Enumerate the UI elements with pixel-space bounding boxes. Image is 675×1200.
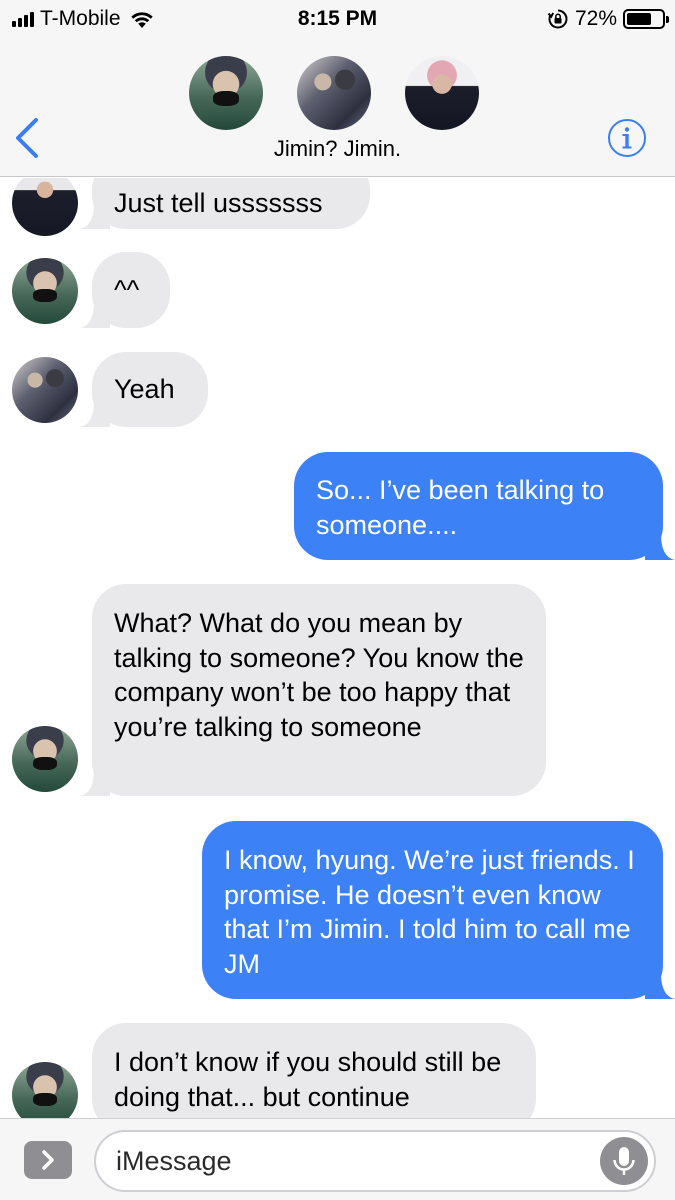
dictation-button[interactable] xyxy=(600,1137,648,1185)
status-bar-right: 72% xyxy=(547,6,669,32)
avatar-pink-hair[interactable] xyxy=(405,56,479,130)
info-icon[interactable] xyxy=(607,118,647,158)
microphone-icon xyxy=(613,1147,635,1175)
message-text: I don’t know if you should still be doin… xyxy=(114,1047,502,1112)
avatar-masked[interactable] xyxy=(189,56,263,130)
battery-percent: 72% xyxy=(574,7,617,30)
avatar-duo[interactable] xyxy=(297,56,371,130)
chevron-right-icon xyxy=(42,1150,54,1170)
conversation-header: Jimin? Jimin. xyxy=(0,40,675,177)
message-bubble-incoming[interactable]: Just tell usssssss xyxy=(80,178,370,229)
apps-button[interactable] xyxy=(24,1141,72,1179)
battery-icon xyxy=(623,9,669,29)
message-bubble-incoming[interactable]: What? What do you mean by talking to som… xyxy=(80,584,546,796)
message-bubble-incoming[interactable]: ^^ xyxy=(80,252,170,328)
message-bubble-incoming[interactable]: I don’t know if you should still be doin… xyxy=(92,1023,536,1118)
battery-level-fill xyxy=(627,13,651,25)
status-bar: T-Mobile 8:15 PM 72% xyxy=(0,0,675,40)
message-thread[interactable]: Just tell usssssss ^^ Yeah So... I’ve be… xyxy=(0,178,675,1118)
message-bubble-outgoing[interactable]: So... I’ve been talking to someone.... xyxy=(294,452,675,560)
participant-avatars[interactable] xyxy=(0,56,675,130)
message-text: I know, hyung. We’re just friends. I pro… xyxy=(224,845,635,979)
message-text: So... I’ve been talking to someone.... xyxy=(316,475,605,540)
message-input-placeholder: iMessage xyxy=(116,1146,232,1176)
message-input[interactable]: iMessage xyxy=(94,1130,656,1192)
group-name[interactable]: Jimin? Jimin. xyxy=(0,136,675,162)
avatar-masked[interactable] xyxy=(12,726,78,792)
avatar-masked[interactable] xyxy=(12,1062,78,1118)
message-text: What? What do you mean by talking to som… xyxy=(114,608,524,742)
message-text: Yeah xyxy=(114,374,175,404)
message-bubble-incoming[interactable]: Yeah xyxy=(80,352,208,427)
message-text: Just tell usssssss xyxy=(114,188,323,218)
avatar-duo[interactable] xyxy=(12,357,78,423)
message-text: ^^ xyxy=(114,275,140,305)
avatar-masked[interactable] xyxy=(12,258,78,324)
rotation-lock-icon xyxy=(547,9,568,29)
message-bubble-outgoing[interactable]: I know, hyung. We’re just friends. I pro… xyxy=(202,821,675,999)
message-input-bar: iMessage xyxy=(0,1118,675,1200)
avatar-pink-hair[interactable] xyxy=(12,178,78,236)
